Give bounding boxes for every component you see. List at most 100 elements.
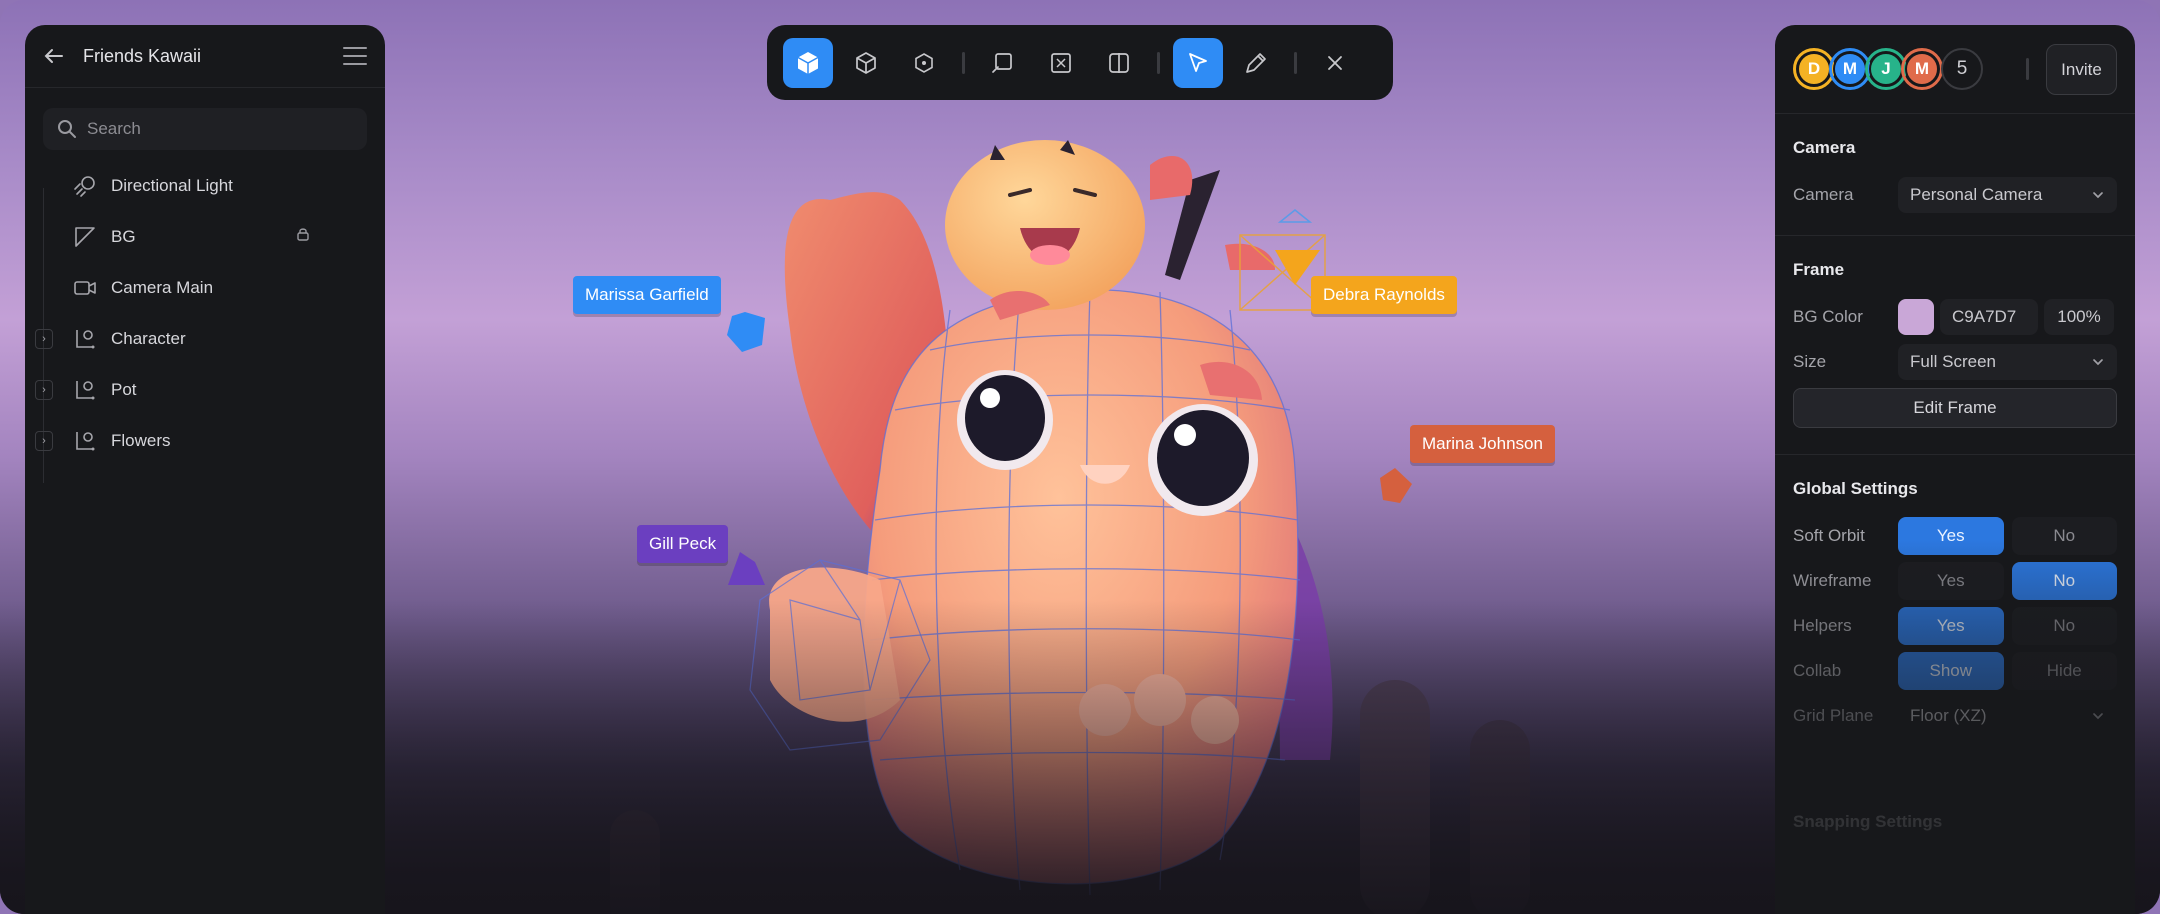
collab-hide[interactable]: Hide bbox=[2011, 652, 2117, 690]
close-icon bbox=[1328, 55, 1342, 70]
collaborator-avatars: D M J M 5 bbox=[1793, 48, 1983, 90]
bg-color-label: BG Color bbox=[1793, 307, 1863, 326]
layer-tree: Directional Light BG Camera Main › Chara… bbox=[25, 160, 385, 466]
group-icon bbox=[73, 378, 97, 402]
avatar-initial: J bbox=[1869, 52, 1903, 86]
toolbar-divider bbox=[962, 51, 965, 74]
chevron-right-icon[interactable]: › bbox=[35, 379, 53, 400]
wireframe-view-button[interactable] bbox=[841, 38, 891, 88]
layer-item-directional-light[interactable]: Directional Light bbox=[25, 160, 385, 211]
camera-select[interactable]: Personal Camera bbox=[1898, 177, 2117, 213]
layer-item-pot[interactable]: › Pot bbox=[25, 364, 385, 415]
collab-label: Collab bbox=[1793, 661, 1842, 680]
vertex-view-icon bbox=[915, 52, 933, 73]
scale-tool-icon bbox=[1051, 52, 1071, 73]
wireframe-toggle: Yes No bbox=[1898, 562, 2117, 600]
solid-view-icon bbox=[797, 51, 819, 74]
scale-tool-button[interactable] bbox=[1036, 38, 1086, 88]
soft-orbit-no[interactable]: No bbox=[2011, 517, 2117, 555]
layer-label: Pot bbox=[111, 379, 137, 399]
solid-view-button[interactable] bbox=[783, 37, 833, 88]
size-select[interactable]: Full Screen bbox=[1898, 344, 2117, 380]
section-heading: Camera bbox=[1793, 138, 1856, 157]
section-heading: Frame bbox=[1793, 260, 1845, 279]
wireframe-no[interactable]: No bbox=[2011, 562, 2117, 600]
cursor-tag-gill: Gill Peck bbox=[637, 525, 729, 563]
grid-plane-label: Grid Plane bbox=[1793, 706, 1874, 725]
wireframe-label: Wireframe bbox=[1793, 571, 1872, 590]
invite-button[interactable]: Invite bbox=[2046, 44, 2117, 95]
toolbar-divider bbox=[2026, 58, 2029, 80]
edit-frame-button[interactable]: Edit Frame bbox=[1793, 388, 2117, 428]
snapping-section: Snapping Settings bbox=[1775, 756, 2135, 864]
group-icon bbox=[73, 327, 97, 351]
size-select-value: Full Screen bbox=[1910, 352, 1996, 371]
bg-opacity-field[interactable]: 100% bbox=[2044, 299, 2114, 335]
search-input[interactable]: Search bbox=[43, 108, 367, 150]
layer-label: Flowers bbox=[111, 430, 171, 450]
select-tool-button[interactable] bbox=[1173, 37, 1223, 88]
avatar-initial: M bbox=[1905, 52, 1939, 86]
soft-orbit-yes[interactable]: Yes bbox=[1898, 517, 2004, 555]
bg-color-hex-field[interactable]: C9A7D7 bbox=[1940, 299, 2038, 335]
helpers-toggle: Yes No bbox=[1898, 607, 2117, 645]
section-heading: Global Settings bbox=[1793, 479, 1918, 498]
camera-section: Camera Camera Personal Camera bbox=[1775, 114, 2135, 236]
layer-label: Directional Light bbox=[111, 175, 233, 195]
frame-tool-button[interactable] bbox=[978, 38, 1028, 88]
collab-show[interactable]: Show bbox=[1898, 652, 2004, 690]
camera-select-value: Personal Camera bbox=[1910, 185, 2043, 204]
section-heading: Snapping Settings bbox=[1793, 812, 1943, 831]
camera-icon bbox=[73, 276, 97, 300]
bg-color-swatch[interactable] bbox=[1898, 299, 1934, 335]
chevron-down-icon bbox=[2093, 359, 2103, 366]
lock-icon[interactable] bbox=[295, 226, 311, 247]
helpers-no[interactable]: No bbox=[2011, 607, 2117, 645]
wireframe-yes[interactable]: Yes bbox=[1898, 562, 2004, 600]
vertex-view-button[interactable] bbox=[899, 38, 949, 88]
cursor-tag-debra: Debra Raynolds bbox=[1311, 276, 1457, 314]
pen-tool-button[interactable] bbox=[1231, 38, 1281, 88]
chevron-right-icon[interactable]: › bbox=[35, 328, 53, 349]
plane-icon bbox=[73, 225, 97, 249]
layer-item-character[interactable]: › Character bbox=[25, 313, 385, 364]
back-arrow-icon[interactable] bbox=[43, 45, 65, 67]
grid-plane-select[interactable]: Floor (XZ) bbox=[1898, 698, 2117, 734]
cursor-tag-marissa: Marissa Garfield bbox=[573, 276, 721, 314]
layer-item-flowers[interactable]: › Flowers bbox=[25, 415, 385, 466]
helpers-label: Helpers bbox=[1793, 616, 1852, 635]
split-view-icon bbox=[1109, 52, 1129, 73]
size-label: Size bbox=[1793, 352, 1827, 371]
frame-section: Frame BG Color C9A7D7 100% Size Full Scr… bbox=[1775, 236, 2135, 455]
soft-orbit-toggle: Yes No bbox=[1898, 517, 2117, 555]
avatar[interactable]: M bbox=[1901, 48, 1943, 90]
layer-label: Camera Main bbox=[111, 277, 214, 297]
group-icon bbox=[73, 429, 97, 453]
chevron-right-icon[interactable]: › bbox=[35, 430, 53, 451]
select-tool-icon bbox=[1189, 52, 1207, 72]
toolbar-divider bbox=[1157, 51, 1160, 74]
project-title: Friends Kawaii bbox=[83, 45, 202, 66]
chevron-down-icon bbox=[2093, 713, 2103, 720]
collab-bar: D M J M 5 Invite bbox=[1775, 25, 2135, 114]
chevron-down-icon bbox=[2093, 192, 2103, 199]
toolbar-divider bbox=[1294, 51, 1297, 74]
collaborator-count[interactable]: 5 bbox=[1941, 48, 1983, 90]
global-settings-section: Global Settings Soft Orbit Yes No Wirefr… bbox=[1775, 455, 2135, 756]
view-toolbar bbox=[767, 25, 1393, 100]
close-button[interactable] bbox=[1310, 38, 1360, 88]
avatar-initial: D bbox=[1797, 52, 1831, 86]
cursor-tag-marina: Marina Johnson bbox=[1410, 425, 1555, 463]
search-icon bbox=[58, 120, 76, 138]
collab-toggle: Show Hide bbox=[1898, 652, 2117, 690]
avatar-initial: M bbox=[1833, 52, 1867, 86]
helpers-yes[interactable]: Yes bbox=[1898, 607, 2004, 645]
layer-item-bg[interactable]: BG bbox=[25, 211, 385, 262]
split-view-button[interactable] bbox=[1094, 38, 1144, 88]
search-placeholder: Search bbox=[87, 119, 141, 138]
layer-item-camera-main[interactable]: Camera Main bbox=[25, 262, 385, 313]
hamburger-menu-icon[interactable] bbox=[343, 47, 367, 65]
layer-label: BG bbox=[111, 226, 136, 246]
frame-tool-icon bbox=[992, 52, 1012, 73]
directional-light-icon bbox=[73, 174, 97, 198]
